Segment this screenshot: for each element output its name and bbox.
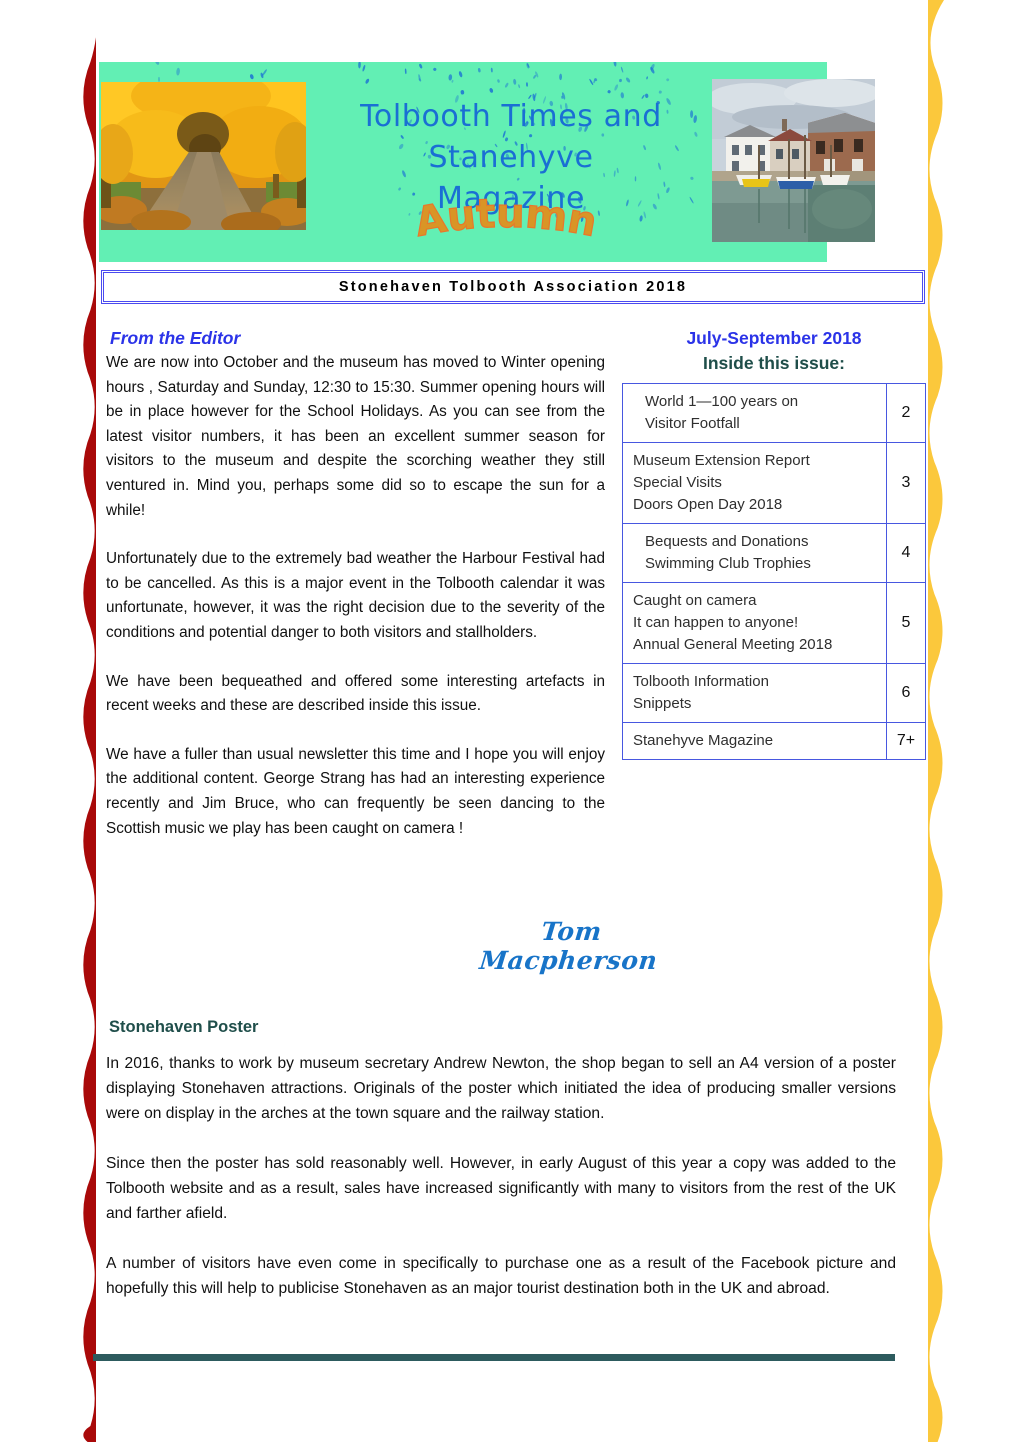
poster-article: Stonehaven Poster In 2016, thanks to wor… — [106, 1018, 896, 1301]
contents-topic-cell: Bequests and Donations Swimming Club Trop… — [622, 523, 887, 583]
poster-paragraph: A number of visitors have even come in s… — [106, 1255, 896, 1297]
contents-topic-cell: Museum Extension Report Special Visits Doo… — [622, 442, 887, 524]
left-decorative-band — [83, 0, 96, 1442]
editor-heading: From the Editor — [110, 328, 241, 348]
contents-topic-line: Museum Extension Report — [633, 452, 810, 469]
contents-topic-line: Annual General Meeting 2018 — [633, 636, 833, 653]
contents-row[interactable]: Museum Extension Report Special Visits Doo… — [622, 442, 926, 524]
contents-page-cell: 2 — [886, 383, 926, 443]
editor-paragraph: We have been bequeathed and offered some… — [106, 672, 605, 715]
contents-topic-line: Stanehyve Magazine — [633, 732, 774, 749]
editor-signature: Tom Macpherson — [478, 917, 659, 975]
svg-text:Autumn: Autumn — [412, 196, 601, 246]
contents-topic-cell: Caught on camera It can happen to anyone!… — [622, 582, 887, 664]
autumn-trees-lane-photo — [101, 82, 306, 230]
issue-date-range: July-September 2018 — [686, 328, 862, 348]
contents-row[interactable]: Bequests and Donations Swimming Club Trop… — [622, 523, 926, 583]
editor-paragraph: We have a fuller than usual newsletter t… — [106, 745, 605, 837]
right-decorative-band — [928, 0, 944, 1442]
editor-paragraph: Unfortunately due to the extremely bad w… — [106, 550, 605, 641]
contents-topic-line: Visitor Footfall — [645, 415, 740, 432]
contents-row[interactable]: Tolbooth Information Snippets 6 — [622, 663, 926, 723]
editor-paragraph: We are now into October and the museum h… — [106, 354, 605, 519]
contents-table: World 1—100 years on Visitor Footfall 2 Mus… — [622, 383, 926, 760]
inside-this-issue-panel: July-September 2018 Inside this issue: W… — [622, 326, 926, 760]
contents-topic-cell: Stanehyve Magazine — [622, 722, 887, 760]
contents-topic-line: Doors Open Day 2018 — [633, 496, 783, 513]
contents-row[interactable]: World 1—100 years on Visitor Footfall 2 — [622, 383, 926, 443]
poster-paragraph: In 2016, thanks to work by museum secret… — [106, 1055, 896, 1122]
contents-page-cell: 5 — [886, 582, 926, 664]
contents-topic-line: World 1—100 years on — [645, 393, 799, 410]
association-title-text: Stonehaven Tolbooth Association 2018 — [338, 279, 688, 295]
contents-topic-line: Special Visits — [633, 474, 722, 491]
contents-page-cell: 4 — [886, 523, 926, 583]
contents-page-cell: 3 — [886, 442, 926, 524]
contents-topic-line: Bequests and Donations — [645, 533, 809, 550]
stonehaven-harbour-photo — [712, 79, 875, 242]
editor-column: From the Editor We are now into October … — [106, 328, 605, 841]
inside-this-issue-label: Inside this issue: — [703, 353, 845, 373]
poster-heading: Stonehaven Poster — [109, 1018, 259, 1036]
poster-paragraph: Since then the poster has sold reasonabl… — [106, 1155, 896, 1222]
autumn-wordart: Autumn Autumn — [376, 196, 636, 252]
contents-topic-cell: Tolbooth Information Snippets — [622, 663, 887, 723]
contents-topic-line: Caught on camera — [633, 592, 757, 609]
contents-page-cell: 7+ — [886, 722, 926, 760]
contents-row[interactable]: Stanehyve Magazine 7+ — [622, 722, 926, 760]
contents-topic-line: Snippets — [633, 695, 692, 712]
contents-page-cell: 6 — [886, 663, 926, 723]
association-title-bar: Stonehaven Tolbooth Association 2018 — [101, 270, 925, 304]
contents-topic-cell: World 1—100 years on Visitor Footfall — [622, 383, 887, 443]
contents-row[interactable]: Caught on camera It can happen to anyone!… — [622, 582, 926, 664]
contents-topic-line: Swimming Club Trophies — [645, 555, 811, 572]
contents-topic-line: It can happen to anyone! — [633, 614, 799, 631]
bottom-divider-rule — [93, 1354, 895, 1361]
contents-topic-line: Tolbooth Information — [633, 673, 769, 690]
masthead-title-line1: Tolbooth Times and Stanehyve — [360, 99, 662, 175]
